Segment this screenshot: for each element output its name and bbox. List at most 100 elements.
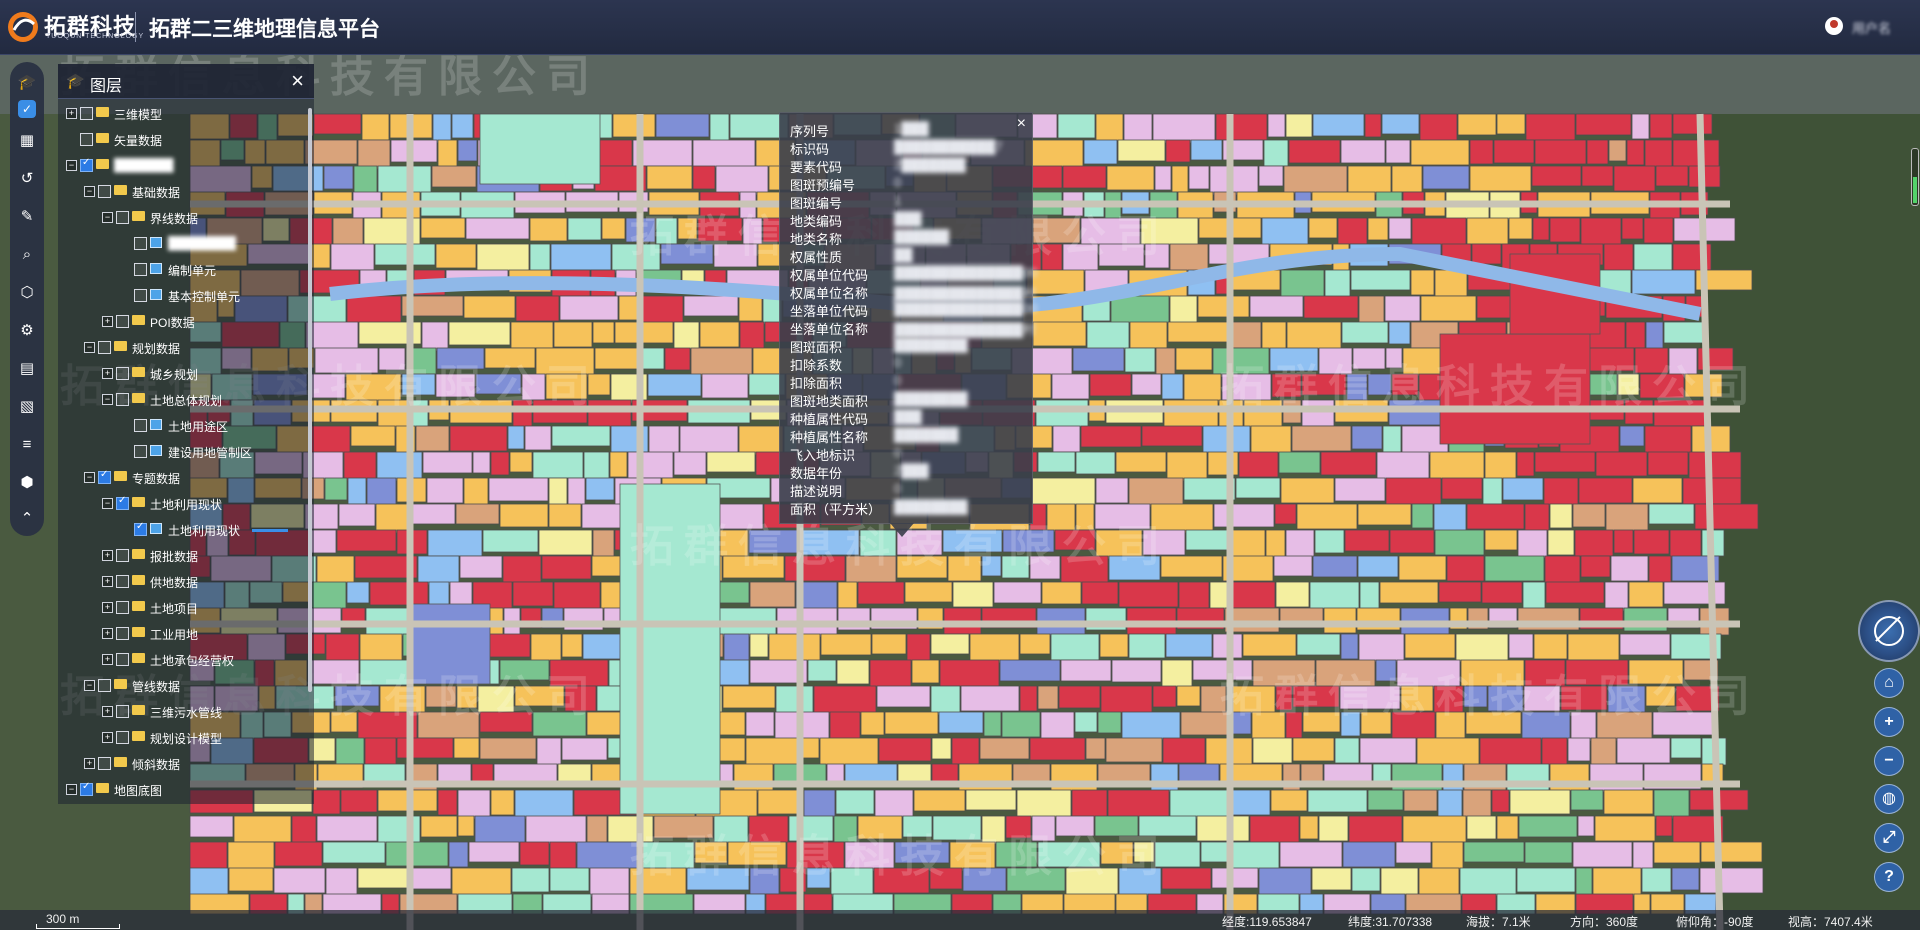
land-parcel[interactable] bbox=[1250, 425, 1292, 454]
land-parcel[interactable] bbox=[788, 815, 834, 842]
land-parcel[interactable] bbox=[1465, 711, 1522, 735]
land-parcel[interactable] bbox=[1668, 347, 1698, 378]
land-parcel[interactable] bbox=[1098, 243, 1145, 267]
land-parcel[interactable] bbox=[1524, 659, 1566, 688]
layer-checkbox[interactable] bbox=[116, 653, 129, 666]
land-parcel[interactable] bbox=[1652, 711, 1717, 736]
land-parcel[interactable] bbox=[1466, 815, 1497, 840]
layer-checkbox[interactable] bbox=[80, 157, 93, 172]
land-parcel[interactable] bbox=[417, 555, 460, 586]
land-parcel[interactable] bbox=[1410, 269, 1435, 296]
land-parcel[interactable] bbox=[1055, 815, 1095, 837]
land-parcel[interactable] bbox=[586, 711, 623, 736]
land-parcel[interactable] bbox=[1227, 789, 1271, 816]
land-parcel[interactable] bbox=[532, 711, 587, 737]
land-parcel[interactable] bbox=[749, 867, 780, 895]
land-parcel[interactable] bbox=[1385, 477, 1442, 505]
land-parcel[interactable] bbox=[273, 867, 326, 894]
land-parcel[interactable] bbox=[1270, 789, 1308, 812]
land-parcel[interactable] bbox=[1166, 451, 1208, 482]
land-parcel[interactable] bbox=[1105, 737, 1163, 763]
land-parcel[interactable] bbox=[1128, 633, 1166, 659]
tree-node-label[interactable]: 编制单元 bbox=[168, 262, 216, 279]
land-parcel[interactable] bbox=[1278, 451, 1321, 474]
layer-checkbox[interactable] bbox=[116, 575, 129, 588]
land-parcel[interactable] bbox=[559, 295, 619, 321]
land-parcel[interactable] bbox=[1367, 789, 1404, 811]
land-parcel[interactable] bbox=[1493, 139, 1535, 164]
land-parcel[interactable] bbox=[451, 867, 512, 897]
land-parcel[interactable] bbox=[1140, 217, 1199, 246]
land-parcel[interactable] bbox=[1575, 113, 1632, 136]
land-parcel[interactable] bbox=[512, 399, 533, 430]
land-parcel[interactable] bbox=[1411, 503, 1434, 529]
land-parcel[interactable] bbox=[1435, 711, 1466, 739]
land-parcel[interactable] bbox=[1209, 581, 1230, 611]
land-parcel[interactable] bbox=[228, 867, 274, 892]
land-parcel[interactable] bbox=[1058, 685, 1101, 709]
tree-node-label[interactable]: 工业用地 bbox=[150, 626, 198, 643]
land-parcel[interactable] bbox=[512, 581, 554, 607]
search-icon[interactable]: ⌕ bbox=[14, 242, 40, 268]
land-parcel[interactable] bbox=[607, 815, 654, 843]
land-parcel[interactable] bbox=[514, 789, 574, 820]
checkbox-icon[interactable]: ✓ bbox=[18, 100, 36, 118]
land-parcel[interactable] bbox=[664, 347, 691, 371]
land-parcel[interactable] bbox=[1655, 815, 1673, 837]
land-parcel[interactable] bbox=[511, 867, 550, 893]
land-parcel[interactable] bbox=[1663, 321, 1709, 344]
land-parcel[interactable] bbox=[1154, 165, 1172, 191]
layer-checkbox[interactable] bbox=[134, 237, 147, 250]
land-parcel[interactable] bbox=[549, 841, 577, 870]
graduation-cap-icon[interactable]: 🎓 bbox=[14, 70, 40, 96]
land-parcel[interactable] bbox=[819, 737, 879, 766]
tree-node-label[interactable]: 专题数据 bbox=[132, 470, 180, 487]
land-parcel[interactable] bbox=[1459, 867, 1517, 897]
land-parcel[interactable] bbox=[359, 633, 403, 663]
layer-checkbox[interactable] bbox=[80, 107, 93, 120]
chevron-up-icon[interactable]: ⌃ bbox=[14, 506, 40, 532]
collapse-icon[interactable]: − bbox=[84, 472, 95, 483]
land-parcel[interactable] bbox=[435, 373, 476, 398]
land-parcel[interactable] bbox=[1462, 789, 1492, 819]
land-parcel[interactable] bbox=[995, 841, 1038, 868]
land-parcel[interactable] bbox=[474, 815, 526, 844]
land-parcel[interactable] bbox=[1339, 685, 1401, 710]
land-parcel[interactable] bbox=[1359, 737, 1417, 764]
land-parcel[interactable] bbox=[431, 165, 477, 188]
land-parcel[interactable] bbox=[1670, 737, 1702, 759]
land-parcel[interactable] bbox=[1632, 477, 1683, 504]
expand-icon[interactable]: + bbox=[102, 368, 113, 379]
land-parcel[interactable] bbox=[1106, 165, 1155, 191]
land-parcel[interactable] bbox=[1534, 139, 1587, 165]
land-parcel[interactable] bbox=[1570, 789, 1604, 811]
land-parcel[interactable] bbox=[757, 789, 804, 815]
land-parcel[interactable] bbox=[904, 581, 953, 603]
land-parcel[interactable] bbox=[1267, 113, 1286, 138]
land-parcel[interactable] bbox=[1434, 529, 1485, 556]
land-parcel[interactable] bbox=[1672, 139, 1720, 169]
land-parcel[interactable] bbox=[981, 555, 1002, 577]
land-parcel[interactable] bbox=[1301, 399, 1335, 427]
zoom-in-button[interactable]: + bbox=[1874, 707, 1904, 737]
land-parcel[interactable] bbox=[1603, 243, 1634, 274]
land-parcel[interactable] bbox=[499, 503, 549, 528]
land-parcel[interactable] bbox=[479, 711, 533, 733]
land-parcel[interactable] bbox=[1595, 451, 1648, 477]
land-parcel[interactable] bbox=[1188, 165, 1210, 190]
land-parcel[interactable] bbox=[1391, 711, 1436, 741]
land-parcel[interactable] bbox=[1314, 529, 1345, 554]
land-parcel[interactable] bbox=[361, 113, 390, 141]
land-parcel[interactable] bbox=[1051, 373, 1090, 400]
land-parcel[interactable] bbox=[1117, 139, 1166, 162]
land-parcel[interactable] bbox=[1171, 165, 1189, 193]
land-parcel[interactable] bbox=[1508, 633, 1534, 659]
land-parcel[interactable] bbox=[1592, 867, 1642, 897]
land-parcel[interactable] bbox=[749, 581, 796, 608]
land-parcel[interactable] bbox=[1286, 321, 1342, 350]
expand-icon[interactable]: + bbox=[102, 550, 113, 561]
land-parcel[interactable] bbox=[1311, 867, 1352, 891]
land-parcel[interactable] bbox=[1645, 685, 1676, 707]
land-parcel[interactable] bbox=[1154, 841, 1201, 868]
land-parcel[interactable] bbox=[951, 737, 980, 765]
